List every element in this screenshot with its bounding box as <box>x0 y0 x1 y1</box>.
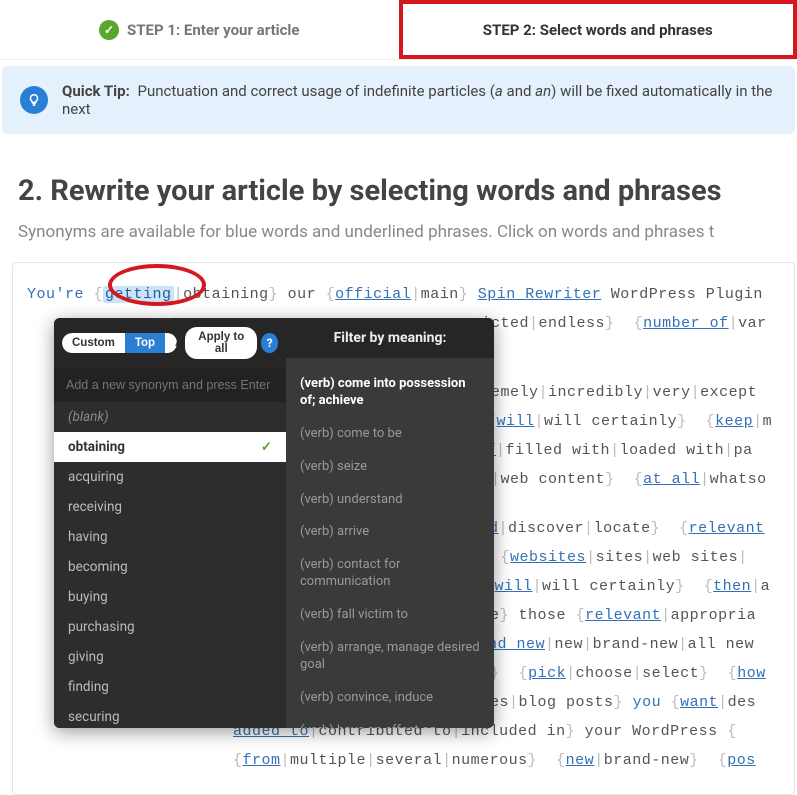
check-icon: ✓ <box>261 439 272 455</box>
quick-tip: Quick Tip: Punctuation and correct usage… <box>2 66 795 134</box>
meaning-item[interactable]: (verb) seize <box>300 451 480 484</box>
tip-bold: Quick Tip: <box>62 82 130 100</box>
meaning-item[interactable]: (verb) come into possession of; achieve <box>300 368 480 418</box>
help-icon[interactable]: ? <box>261 333 278 353</box>
meaning-item[interactable]: (verb) come to be <box>300 418 480 451</box>
step-1[interactable]: ✓ STEP 1: Enter your article <box>0 0 399 59</box>
synonym-item[interactable]: obtaining✓ <box>54 432 286 462</box>
synonym-list[interactable]: (blank)obtaining✓acquiringreceivinghavin… <box>54 402 286 728</box>
synonym-item[interactable]: purchasing <box>54 612 286 642</box>
meaning-item[interactable]: (verb) have an effect on <box>300 715 480 728</box>
synonym-item[interactable]: receiving <box>54 492 286 522</box>
filter-top-button[interactable]: Top <box>125 333 165 353</box>
page-subtitle: Synonyms are available for blue words an… <box>18 222 797 242</box>
apply-to-all-button[interactable]: Apply to all <box>185 327 257 359</box>
add-synonym-input[interactable] <box>54 368 286 402</box>
synonym-item[interactable]: (blank) <box>54 402 286 432</box>
meaning-item[interactable]: (verb) understand <box>300 484 480 517</box>
meaning-item[interactable]: (verb) arrive <box>300 516 480 549</box>
step-2[interactable]: STEP 2: Select words and phrases <box>399 0 797 59</box>
step-1-label: STEP 1: Enter your article <box>127 21 300 39</box>
page-title: 2. Rewrite your article by selecting wor… <box>18 174 797 208</box>
filter-custom-button[interactable]: Custom <box>62 333 125 353</box>
filter-meaning-header: Filter by meaning: <box>286 318 494 358</box>
synonym-item[interactable]: securing <box>54 702 286 728</box>
synonym-item[interactable]: buying <box>54 582 286 612</box>
synonym-item[interactable]: becoming <box>54 552 286 582</box>
synonym-item[interactable]: giving <box>54 642 286 672</box>
synonym-item[interactable]: having <box>54 522 286 552</box>
meaning-item[interactable]: (verb) contact for communication <box>300 549 480 599</box>
meaning-list[interactable]: (verb) come into possession of; achieve(… <box>286 358 494 728</box>
synonym-popup: Custom Top All Apply to all ? (blank)obt… <box>54 318 494 728</box>
meaning-item[interactable]: (verb) arrange, manage desired goal <box>300 632 480 682</box>
meaning-item[interactable]: (verb) fall victim to <box>300 599 480 632</box>
steps-nav: ✓ STEP 1: Enter your article STEP 2: Sel… <box>0 0 797 60</box>
check-icon: ✓ <box>99 20 119 40</box>
lightbulb-icon <box>20 86 48 114</box>
step-2-label: STEP 2: Select words and phrases <box>483 21 713 39</box>
popup-toolbar: Custom Top All Apply to all ? <box>54 318 286 368</box>
synonym-item[interactable]: finding <box>54 672 286 702</box>
meaning-item[interactable]: (verb) convince, induce <box>300 682 480 715</box>
filter-all-button[interactable]: All <box>165 333 177 353</box>
synonym-item[interactable]: acquiring <box>54 462 286 492</box>
